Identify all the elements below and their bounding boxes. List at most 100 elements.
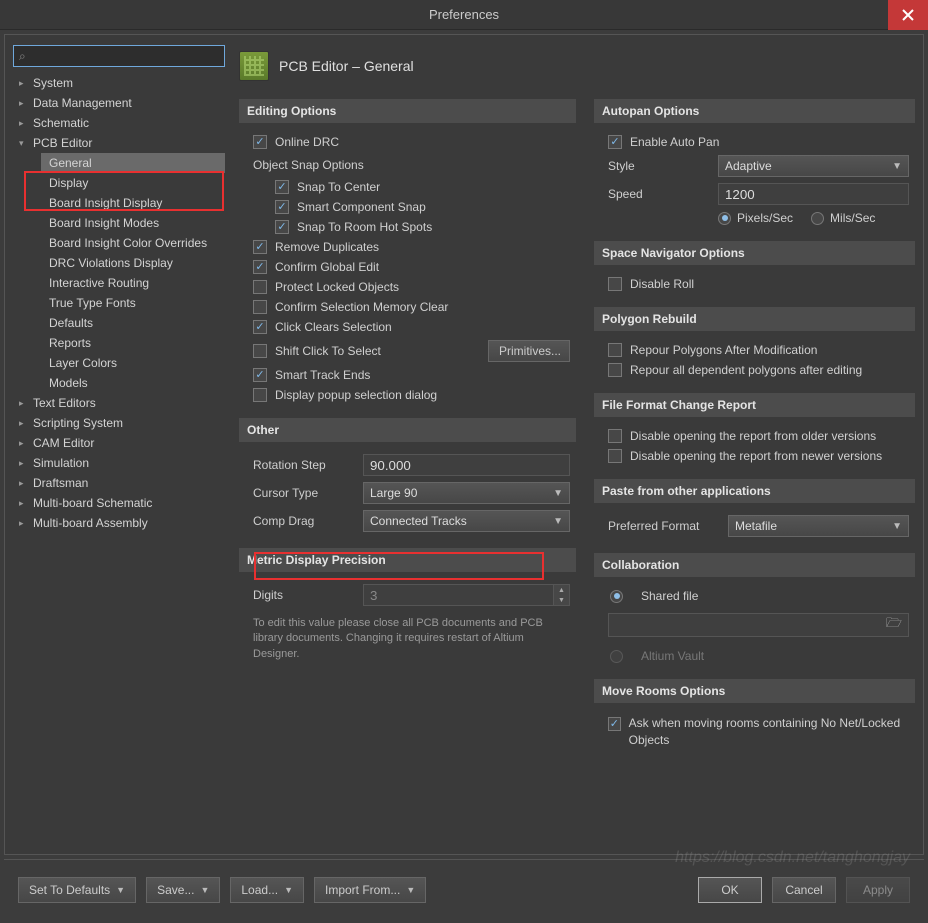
section-paste-applications: Paste from other applications (594, 479, 915, 503)
tree-item-board-insight-modes[interactable]: Board Insight Modes (41, 213, 225, 233)
lbl-disable-older-report: Disable opening the report from older ve… (630, 429, 876, 443)
tree-item-models[interactable]: Models (41, 373, 225, 393)
lbl-click-clears-selection: Click Clears Selection (275, 320, 392, 334)
ok-button[interactable]: OK (698, 877, 762, 903)
lbl-repour-dependent: Repour all dependent polygons after edit… (630, 363, 862, 377)
object-snap-heading: Object Snap Options (253, 155, 570, 174)
lbl-ask-moving-rooms: Ask when moving rooms containing No Net/… (629, 715, 909, 749)
chk-smart-track-ends[interactable] (253, 368, 267, 382)
apply-button[interactable]: Apply (846, 877, 910, 903)
section-file-format-report: File Format Change Report (594, 393, 915, 417)
footer: Set To Defaults▼ Save...▼ Load...▼ Impor… (4, 859, 924, 919)
tree-item-simulation[interactable]: ▸Simulation (13, 453, 225, 473)
lbl-snap-center: Snap To Center (297, 180, 380, 194)
select-cursor-type[interactable]: Large 90▼ (363, 482, 570, 504)
tree-item-data-management[interactable]: ▸Data Management (13, 93, 225, 113)
tree-item-reports[interactable]: Reports (41, 333, 225, 353)
chk-disable-roll[interactable] (608, 277, 622, 291)
chk-smart-component-snap[interactable] (275, 200, 289, 214)
tree-item-pcb-editor[interactable]: ▾PCB Editor (13, 133, 225, 153)
primitives-button[interactable]: Primitives... (488, 340, 570, 362)
lbl-confirm-sel-memory: Confirm Selection Memory Clear (275, 300, 448, 314)
tree-item-general[interactable]: General (41, 153, 225, 173)
set-to-defaults-button[interactable]: Set To Defaults▼ (18, 877, 136, 903)
lbl-enable-auto-pan: Enable Auto Pan (630, 135, 719, 149)
chk-popup-selection-dialog[interactable] (253, 388, 267, 402)
input-shared-file-path[interactable]: 🗁 (608, 613, 909, 637)
chk-protect-locked[interactable] (253, 280, 267, 294)
lbl-disable-roll: Disable Roll (630, 277, 694, 291)
tree-item-schematic[interactable]: ▸Schematic (13, 113, 225, 133)
select-comp-drag[interactable]: Connected Tracks▼ (363, 510, 570, 532)
input-digits (363, 584, 554, 606)
section-metric-precision: Metric Display Precision (239, 548, 576, 572)
chk-online-drc[interactable] (253, 135, 267, 149)
chk-snap-center[interactable] (275, 180, 289, 194)
tree-item-defaults[interactable]: Defaults (41, 313, 225, 333)
tree-item-layer-colors[interactable]: Layer Colors (41, 353, 225, 373)
import-from-button[interactable]: Import From...▼ (314, 877, 426, 903)
lbl-shift-click-select: Shift Click To Select (275, 344, 381, 358)
chevron-down-icon: ▼ (406, 885, 415, 895)
input-rotation-step[interactable] (363, 454, 570, 476)
chk-repour-dependent[interactable] (608, 363, 622, 377)
lbl-smart-component-snap: Smart Component Snap (297, 200, 426, 214)
lbl-popup-selection-dialog: Display popup selection dialog (275, 388, 437, 402)
tree-item-text-editors[interactable]: ▸Text Editors (13, 393, 225, 413)
chk-click-clears-selection[interactable] (253, 320, 267, 334)
chk-enable-auto-pan[interactable] (608, 135, 622, 149)
chk-shift-click-select[interactable] (253, 344, 267, 358)
tree-item-interactive-routing[interactable]: Interactive Routing (41, 273, 225, 293)
lbl-altium-vault: Altium Vault (641, 649, 704, 663)
tree-item-scripting-system[interactable]: ▸Scripting System (13, 413, 225, 433)
chk-disable-older-report[interactable] (608, 429, 622, 443)
input-autopan-speed[interactable] (718, 183, 909, 205)
section-autopan: Autopan Options (594, 99, 915, 123)
tree-item-draftsman[interactable]: ▸Draftsman (13, 473, 225, 493)
chevron-down-icon: ▼ (892, 161, 902, 172)
section-polygon-rebuild: Polygon Rebuild (594, 307, 915, 331)
lbl-smart-track-ends: Smart Track Ends (275, 368, 370, 382)
window-title: Preferences (429, 7, 499, 22)
tree-item-display[interactable]: Display (41, 173, 225, 193)
preferences-tree[interactable]: ▸System ▸Data Management ▸Schematic ▾PCB… (13, 73, 225, 846)
lbl-mils-sec: Mils/Sec (830, 211, 875, 225)
tree-item-multiboard-assembly[interactable]: ▸Multi-board Assembly (13, 513, 225, 533)
lbl-protect-locked: Protect Locked Objects (275, 280, 399, 294)
radio-altium-vault[interactable] (610, 650, 623, 663)
tree-item-multiboard-schematic[interactable]: ▸Multi-board Schematic (13, 493, 225, 513)
chk-confirm-global-edit[interactable] (253, 260, 267, 274)
radio-pixels-sec[interactable] (718, 212, 731, 225)
lbl-cursor-type: Cursor Type (253, 486, 353, 500)
search-input[interactable] (13, 45, 225, 67)
chk-remove-duplicates[interactable] (253, 240, 267, 254)
tree-item-system[interactable]: ▸System (13, 73, 225, 93)
chk-ask-moving-rooms[interactable] (608, 717, 621, 731)
lbl-snap-room-hotspots: Snap To Room Hot Spots (297, 220, 432, 234)
tree-item-board-insight-color-overrides[interactable]: Board Insight Color Overrides (41, 233, 225, 253)
lbl-rotation-step: Rotation Step (253, 458, 353, 472)
section-collaboration: Collaboration (594, 553, 915, 577)
radio-mils-sec[interactable] (811, 212, 824, 225)
load-button[interactable]: Load...▼ (230, 877, 304, 903)
digits-spinner: ▲▼ (554, 584, 570, 606)
section-move-rooms: Move Rooms Options (594, 679, 915, 703)
select-preferred-format[interactable]: Metafile▼ (728, 515, 909, 537)
chk-repour-after-mod[interactable] (608, 343, 622, 357)
lbl-online-drc: Online DRC (275, 135, 339, 149)
tree-item-drc-violations-display[interactable]: DRC Violations Display (41, 253, 225, 273)
lbl-pixels-sec: Pixels/Sec (737, 211, 793, 225)
section-other: Other (239, 418, 576, 442)
chk-confirm-sel-memory[interactable] (253, 300, 267, 314)
search-icon: ⌕ (19, 49, 26, 64)
select-autopan-style[interactable]: Adaptive▼ (718, 155, 909, 177)
save-button[interactable]: Save...▼ (146, 877, 220, 903)
chk-disable-newer-report[interactable] (608, 449, 622, 463)
tree-item-true-type-fonts[interactable]: True Type Fonts (41, 293, 225, 313)
chk-snap-room-hotspots[interactable] (275, 220, 289, 234)
tree-item-cam-editor[interactable]: ▸CAM Editor (13, 433, 225, 453)
cancel-button[interactable]: Cancel (772, 877, 836, 903)
close-button[interactable] (888, 0, 928, 30)
tree-item-board-insight-display[interactable]: Board Insight Display (41, 193, 225, 213)
radio-shared-file[interactable] (610, 590, 623, 603)
